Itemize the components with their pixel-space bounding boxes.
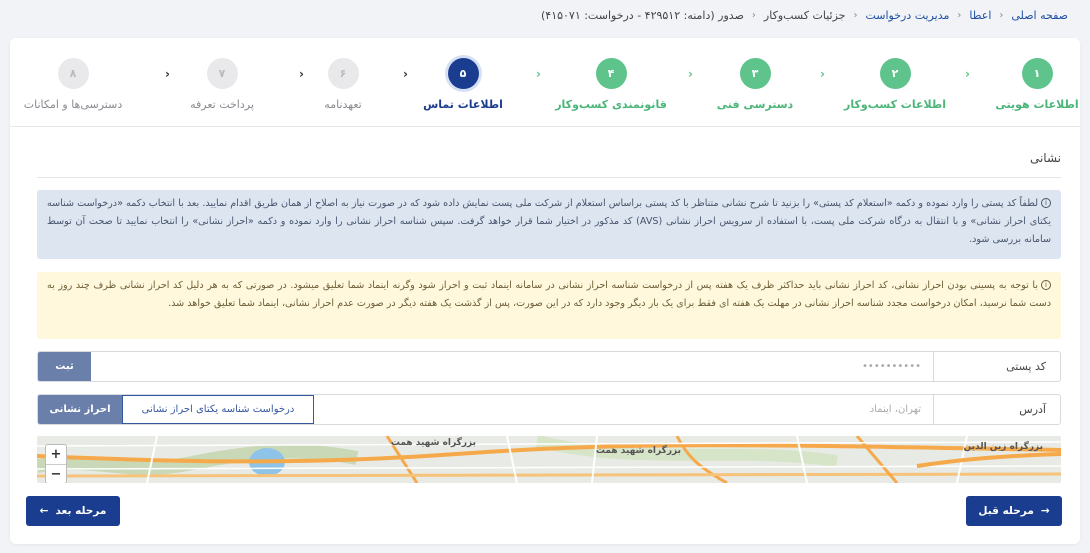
step-number: ۳ [739, 58, 771, 89]
section-divider [37, 177, 1061, 178]
chevron-left-icon: ‹ [957, 9, 962, 21]
breadcrumb-business-details: جزئیات کسب‌وکار [763, 8, 846, 22]
step-label: پرداخت تعرفه [190, 98, 254, 111]
breadcrumb-request-management[interactable]: مدیریت درخواست [865, 9, 949, 22]
previous-step-label: مرحله قبل [978, 505, 1034, 517]
section-title: نشانی [1029, 151, 1061, 165]
zoom-out-button[interactable]: − [46, 464, 66, 483]
next-step-button[interactable]: مرحله بعد ← [26, 496, 120, 526]
info-icon: i [1041, 198, 1051, 208]
address-row: آدرس درخواست شناسه یکتای احراز نشانی احر… [37, 394, 1061, 425]
step-label: دسترسی‌ها و امکانات [23, 98, 123, 111]
map-street-label: بزرگراه زین الدین [963, 442, 1043, 452]
step-label: اطلاعات تماس [423, 98, 503, 111]
chevron-left-icon: ‹ [751, 9, 756, 21]
step-label: دسترسی فنی [716, 98, 794, 111]
warning-alert: iبا توجه به پسینی بودن احراز نشانی، کد ا… [37, 272, 1061, 339]
warning-alert-text: با توجه به پسینی بودن احراز نشانی، کد اح… [47, 280, 1051, 309]
verify-address-button[interactable]: احراز نشانی [38, 395, 122, 424]
wizard-stepper: ۱ اطلاعات هویتی ‹ ۲ اطلاعات کسب‌وکار ‹ ۳… [10, 58, 1080, 118]
chevron-left-icon: ‹ [165, 67, 170, 81]
step-number: ۵ [447, 58, 479, 89]
step-number: ۱ [1021, 58, 1053, 89]
step-tariff-payment[interactable]: ۷ پرداخت تعرفه [147, 58, 297, 111]
request-address-id-button[interactable]: درخواست شناسه یکتای احراز نشانی [122, 395, 314, 424]
breadcrumb: صفحه اصلی ‹ اعطا ‹ مدیریت درخواست ‹ جزئی… [541, 6, 1068, 24]
breadcrumb-home[interactable]: صفحه اصلی [1011, 9, 1068, 22]
breadcrumb-current: صدور (دامنه: ۴۲۹۵۱۲ - درخواست: ۴۱۵۰۷۱) [540, 8, 744, 22]
postal-code-input[interactable] [91, 352, 933, 381]
step-identity[interactable]: ۱ اطلاعات هویتی [962, 58, 1080, 111]
map-street-label: بزرگراه شهید همت [390, 438, 476, 448]
step-label: اطلاعات هویتی [995, 98, 1079, 111]
step-number: ۶ [327, 58, 359, 89]
main-card: ۱ اطلاعات هویتی ‹ ۲ اطلاعات کسب‌وکار ‹ ۳… [10, 38, 1080, 544]
chevron-left-icon: ‹ [688, 67, 693, 81]
step-number: ۸ [57, 58, 89, 89]
step-technical-access[interactable]: ۳ دسترسی فنی [680, 58, 830, 111]
step-number: ۷ [206, 58, 238, 89]
chevron-left-icon: ‹ [299, 67, 304, 81]
step-business-legality[interactable]: ۴ قانونمندی کسب‌وکار [536, 58, 686, 111]
info-icon: i [1041, 280, 1051, 290]
breadcrumb-grant[interactable]: اعطا [969, 9, 991, 22]
chevron-left-icon: ‹ [853, 9, 858, 21]
address-map[interactable]: بزرگراه شهید همت بزرگراه شهید همت بزرگرا… [37, 436, 1061, 483]
step-business-info[interactable]: ۲ اطلاعات کسب‌وکار [820, 58, 970, 111]
step-number: ۴ [595, 58, 627, 89]
previous-step-button[interactable]: → مرحله قبل [966, 496, 1062, 526]
step-label: اطلاعات کسب‌وکار [844, 98, 946, 111]
step-number: ۲ [879, 58, 911, 89]
postal-code-label: کد پستی [933, 352, 1060, 381]
step-label: قانونمندی کسب‌وکار [555, 98, 667, 111]
arrow-left-icon: ← [39, 505, 49, 517]
info-alert: iلطفاً کد پستی را وارد نموده و دکمه «است… [37, 190, 1061, 259]
stepper-divider [10, 126, 1080, 127]
chevron-left-icon: ‹ [999, 9, 1004, 21]
map-zoom-control: + − [45, 444, 67, 483]
map-tiles [37, 436, 1061, 483]
step-label: تعهدنامه [324, 98, 362, 111]
postal-submit-button[interactable]: ثبت [38, 352, 91, 381]
address-label: آدرس [933, 395, 1060, 424]
address-input[interactable] [314, 395, 933, 424]
arrow-right-icon: → [1040, 505, 1050, 517]
postal-code-row: کد پستی ثبت [37, 351, 1061, 382]
info-alert-text: لطفاً کد پستی را وارد نموده و دکمه «استع… [47, 198, 1051, 245]
step-access-features[interactable]: ۸ دسترسی‌ها و امکانات [10, 58, 148, 111]
next-step-label: مرحله بعد [55, 505, 107, 517]
zoom-in-button[interactable]: + [46, 445, 66, 464]
map-street-label: بزرگراه شهید همت [595, 446, 681, 456]
